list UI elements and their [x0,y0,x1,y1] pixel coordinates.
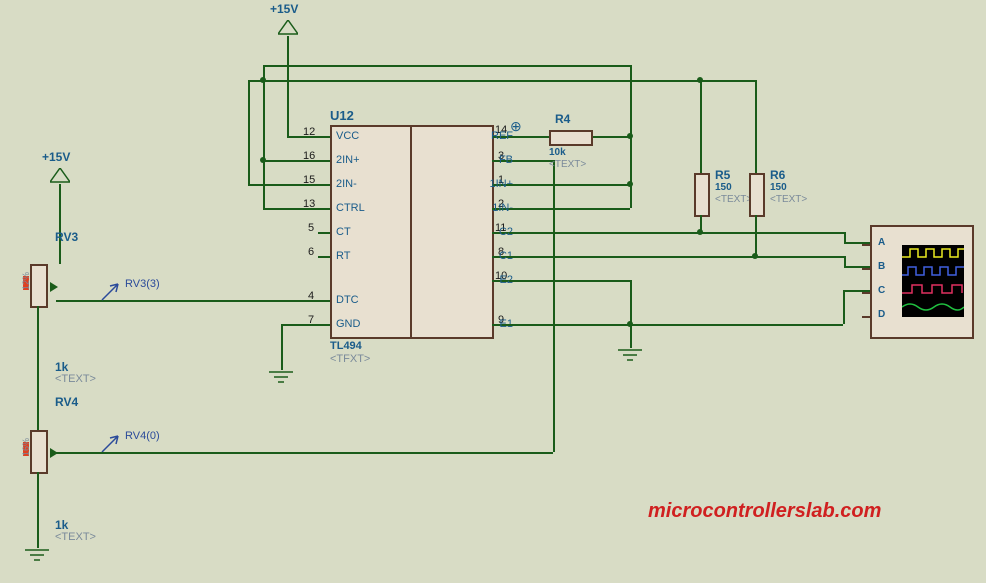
scope-port-b: B [878,261,885,272]
ground-icon [618,348,642,362]
resistor-r5[interactable] [694,173,710,217]
rv4-text: <TEXT> [55,531,96,543]
rv3-pct: 12% [21,272,31,290]
scope-port-c: C [878,285,885,296]
pin-name: 2IN+ [330,154,391,166]
r5-text: <TEXT> [715,194,752,205]
resistor-r6[interactable] [749,173,765,217]
watermark: microcontrollerslab.com [648,500,881,523]
pin-name: 2IN- [330,178,391,190]
power-15v-left-icon [50,168,70,184]
power-15v-top-label: +15V [270,2,298,16]
power-15v-left-label: +15V [42,150,70,164]
r6-name: R6 [770,168,785,182]
rv3-wiper-icon [50,282,58,292]
rv3-text: <TEXT> [55,373,96,385]
ic-ref: U12 [330,108,354,123]
r6-text: <TEXT> [770,194,807,205]
r5-value: 150 [715,182,732,193]
rv3-name: RV3 [55,230,78,244]
rv4-probe-label: RV4(0) [125,430,160,442]
schematic-canvas: +15V +15V RV3 12% RV3(3) 1k <TEXT> RV4 1… [0,0,986,583]
potentiometer-rv4[interactable] [30,430,48,474]
scope-port-a: A [878,237,885,248]
probe-icon [100,430,124,459]
r5-name: R5 [715,168,730,182]
ic-part: TL494 [330,340,362,352]
pin-name: CT [330,226,391,238]
rv4-value: 1k [55,518,68,532]
pin-name: GND [330,318,391,330]
r6-value: 150 [770,182,787,193]
r4-text: <TEXT> [549,159,586,170]
probe-icon [100,278,124,307]
scope-screen [902,245,964,317]
pin-name: DTC [330,294,391,306]
ground-icon [25,548,49,562]
r4-value: 10k [549,147,566,158]
pin-name: CTRL [330,202,391,214]
pin-name: VCC [330,130,391,142]
rv3-value: 1k [55,360,68,374]
pin-num: 12 [303,126,315,138]
pin-name: RT [330,250,391,262]
rv3-probe-label: RV3(3) [125,278,160,290]
rv4-name: RV4 [55,395,78,409]
potentiometer-rv3[interactable] [30,264,48,308]
r4-name: R4 [555,112,570,126]
power-15v-top-icon [278,20,298,36]
pin-num: 4 [308,290,314,302]
rv4-pct: 16% [21,438,31,456]
origin-marker-icon: ⊕ [510,118,522,135]
oscilloscope[interactable]: A B C D [870,225,974,339]
pin-num: 6 [308,246,314,258]
ic-text: <TFXT> [330,353,370,365]
pin-num: 5 [308,222,314,234]
resistor-r4[interactable] [549,130,593,146]
ground-icon [269,370,293,384]
scope-port-d: D [878,309,885,320]
pin-name: FB [458,154,519,166]
